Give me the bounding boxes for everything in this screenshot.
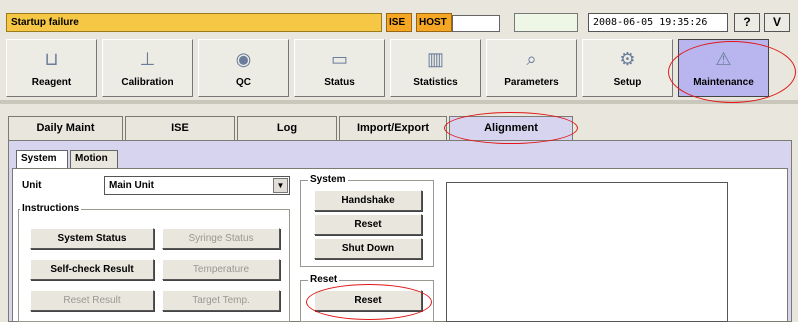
tab-bar: Daily Maint ISE Log Import/Export Alignm… xyxy=(8,116,790,140)
reset-result-button[interactable]: Reset Result xyxy=(30,290,154,311)
chevron-down-icon[interactable]: ▼ xyxy=(273,178,288,193)
status-icon: ▭ xyxy=(330,49,348,69)
toolbar-label: Status xyxy=(324,77,355,88)
main-toolbar: ⊔ Reagent ⊥ Calibration ◉ QC ▭ Status ▥ … xyxy=(6,36,792,98)
host-status-box xyxy=(452,15,500,32)
toolbar-label: Reagent xyxy=(31,77,72,88)
unit-label: Unit xyxy=(22,180,42,191)
datetime-display: 2008-06-05 19:35:26 xyxy=(588,13,728,32)
tab-import-export[interactable]: Import/Export xyxy=(339,116,447,140)
divider xyxy=(0,100,798,104)
target-temp-button[interactable]: Target Temp. xyxy=(162,290,280,311)
shut-down-button[interactable]: Shut Down xyxy=(314,238,422,259)
instructions-title: Instructions xyxy=(20,203,82,214)
setup-icon: ⚙ xyxy=(619,49,636,69)
toolbar-parameters-button[interactable]: ⌕ Parameters xyxy=(486,39,577,97)
toolbar-maintenance-button[interactable]: ⚠ Maintenance xyxy=(678,39,769,97)
result-list[interactable] xyxy=(446,182,728,322)
tab-log[interactable]: Log xyxy=(237,116,337,140)
status-field xyxy=(514,13,578,32)
toolbar-qc-button[interactable]: ◉ QC xyxy=(198,39,289,97)
self-check-result-button[interactable]: Self-check Result xyxy=(30,259,154,280)
handshake-button[interactable]: Handshake xyxy=(314,190,422,211)
reagent-icon: ⊔ xyxy=(44,49,59,69)
temperature-button[interactable]: Temperature xyxy=(162,259,280,280)
unit-select-value: Main Unit xyxy=(109,180,154,191)
toolbar-label: Parameters xyxy=(504,77,559,88)
toolbar-label: Statistics xyxy=(413,77,458,88)
toolbar-setup-button[interactable]: ⚙ Setup xyxy=(582,39,673,97)
reset-button[interactable]: Reset xyxy=(314,290,422,311)
toolbar-reagent-button[interactable]: ⊔ Reagent xyxy=(6,39,97,97)
subtab-motion[interactable]: Motion xyxy=(70,150,118,168)
syringe-status-button[interactable]: Syringe Status xyxy=(162,228,280,249)
calibration-icon: ⊥ xyxy=(139,49,156,69)
system-reset-button[interactable]: Reset xyxy=(314,214,422,235)
reset-group-title: Reset xyxy=(308,274,340,285)
toolbar-statistics-button[interactable]: ▥ Statistics xyxy=(390,39,481,97)
alarm-message[interactable]: Startup failure xyxy=(6,13,382,32)
toolbar-calibration-button[interactable]: ⊥ Calibration xyxy=(102,39,193,97)
system-status-button[interactable]: System Status xyxy=(30,228,154,249)
ise-indicator: ISE xyxy=(386,13,412,32)
qc-icon: ◉ xyxy=(235,49,252,69)
subtab-system[interactable]: System xyxy=(16,150,68,168)
tab-alignment[interactable]: Alignment xyxy=(449,116,573,140)
version-button[interactable]: V xyxy=(764,13,790,32)
toolbar-status-button[interactable]: ▭ Status xyxy=(294,39,385,97)
unit-select[interactable]: Main Unit ▼ xyxy=(104,176,290,195)
tab-daily-maint[interactable]: Daily Maint xyxy=(8,116,123,140)
toolbar-label: QC xyxy=(236,77,251,88)
toolbar-label: Maintenance xyxy=(693,77,754,88)
toolbar-label: Calibration xyxy=(121,77,174,88)
maintenance-icon: ⚠ xyxy=(715,49,732,69)
system-group-title: System xyxy=(308,174,348,185)
statistics-icon: ▥ xyxy=(426,49,444,69)
help-button[interactable]: ? xyxy=(734,13,760,32)
tab-ise[interactable]: ISE xyxy=(125,116,235,140)
toolbar-label: Setup xyxy=(613,77,642,88)
host-indicator: HOST xyxy=(416,13,452,32)
parameters-icon: ⌕ xyxy=(526,49,537,69)
